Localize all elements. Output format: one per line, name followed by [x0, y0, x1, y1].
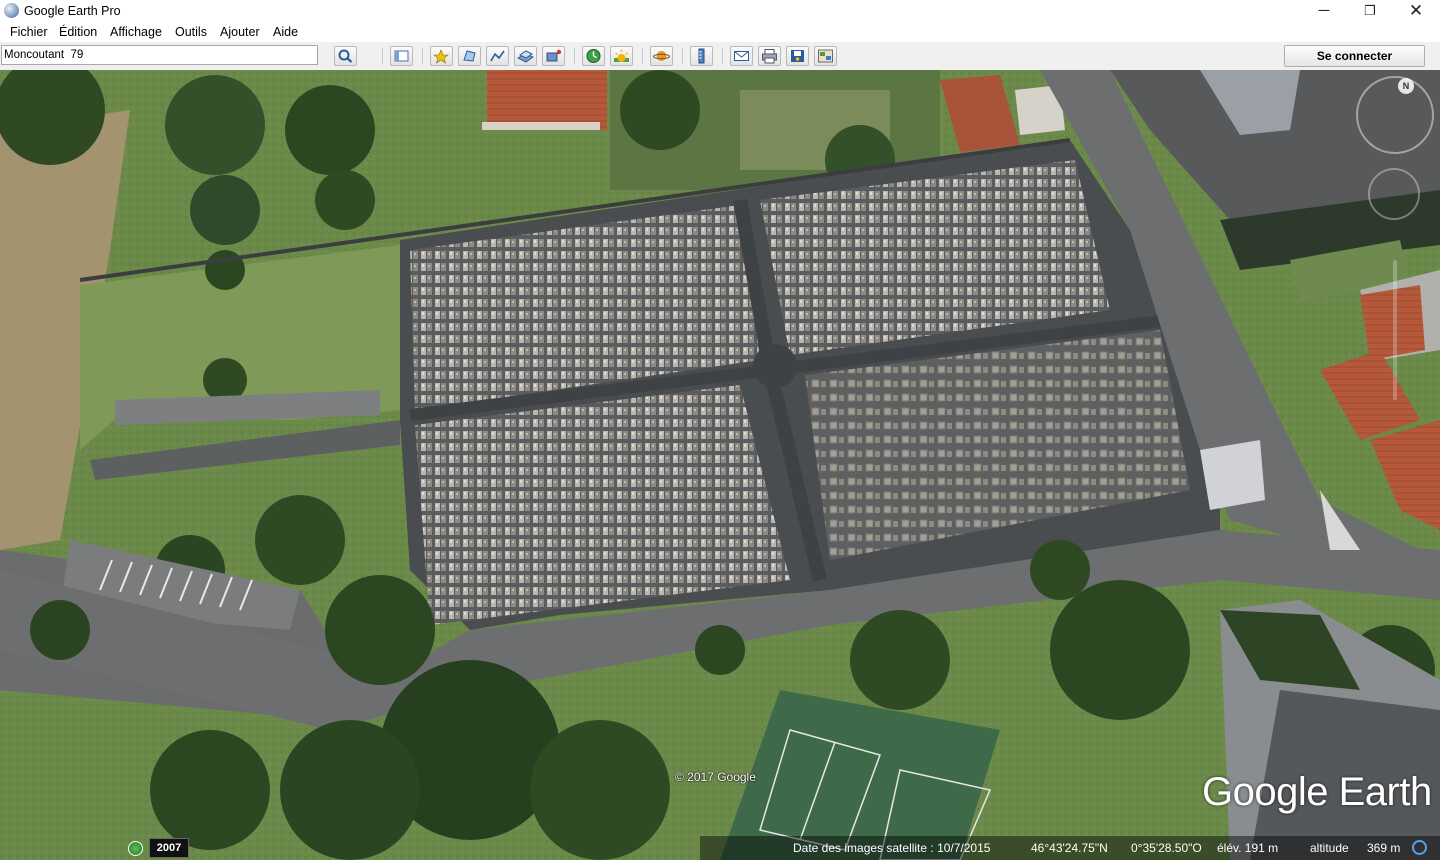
print-button[interactable] — [758, 46, 781, 66]
view-in-maps-button[interactable] — [814, 46, 837, 66]
toolbar-separator — [382, 48, 383, 64]
ruler-icon — [698, 48, 705, 64]
sunlight-icon — [614, 49, 629, 62]
search-icon — [338, 49, 353, 63]
streaming-status-icon — [1412, 840, 1427, 855]
print-icon — [762, 49, 777, 64]
image-overlay-icon — [517, 50, 534, 63]
save-image-button[interactable] — [786, 46, 809, 66]
close-button[interactable]: ✕ — [1393, 0, 1439, 22]
title-bar: Google Earth Pro ─ ❐ ✕ — [0, 0, 1440, 22]
menu-fichier[interactable]: Fichier — [10, 25, 48, 39]
historical-year-badge[interactable]: 2007 — [149, 838, 189, 858]
historical-imagery-icon — [586, 49, 601, 63]
historical-imagery-clock-icon[interactable] — [128, 841, 143, 856]
polygon-icon — [463, 50, 476, 62]
navigation-compass[interactable] — [1356, 76, 1434, 154]
search-input[interactable] — [1, 45, 318, 65]
menu-bar: Fichier Édition Affichage Outils Ajouter… — [0, 22, 1440, 42]
view-in-maps-icon — [818, 49, 833, 63]
longitude-readout: 0°35'28.50"O — [1131, 841, 1202, 855]
minimize-button[interactable]: ─ — [1301, 0, 1347, 22]
menu-aide[interactable]: Aide — [273, 25, 298, 39]
menu-outils[interactable]: Outils — [175, 25, 207, 39]
planets-button[interactable] — [650, 46, 673, 66]
save-image-icon — [791, 50, 804, 62]
sunlight-button[interactable] — [610, 46, 633, 66]
copyright-text: © 2017 Google — [675, 770, 756, 784]
planets-icon — [653, 51, 670, 61]
menu-edition[interactable]: Édition — [59, 25, 97, 39]
path-icon — [490, 50, 505, 62]
latitude-readout: 46°43'24.75"N — [1031, 841, 1108, 855]
placemark-icon — [433, 49, 449, 64]
sign-in-button[interactable]: Se connecter — [1284, 45, 1425, 67]
look-joystick[interactable] — [1368, 168, 1420, 220]
satellite-imagery — [0, 70, 1440, 860]
google-earth-icon — [4, 3, 19, 18]
altitude-value: 369 m — [1367, 841, 1401, 855]
zoom-slider[interactable] — [1393, 260, 1397, 400]
sidebar-toggle-button[interactable] — [390, 46, 413, 66]
menu-affichage[interactable]: Affichage — [110, 25, 162, 39]
google-earth-logo: Google Earth — [1202, 770, 1432, 814]
add-path-button[interactable] — [486, 46, 509, 66]
email-icon — [734, 51, 749, 61]
map-view[interactable]: N © 2017 Google Google Earth 2007 Date d… — [0, 70, 1440, 860]
status-bar: 2007 Date des images satellite : 10/7/20… — [0, 836, 1440, 860]
maximize-button[interactable]: ❐ — [1347, 0, 1393, 22]
toolbar-separator — [722, 48, 723, 64]
toolbar-separator — [574, 48, 575, 64]
add-polygon-button[interactable] — [458, 46, 481, 66]
elevation-readout: élév. 191 m — [1217, 841, 1279, 855]
ruler-button[interactable] — [690, 46, 713, 66]
altitude-label: altitude — [1310, 841, 1349, 855]
window-title: Google Earth Pro — [24, 4, 121, 18]
sidebar-icon — [394, 50, 409, 62]
north-indicator[interactable]: N — [1398, 78, 1414, 94]
toolbar-separator — [642, 48, 643, 64]
toolbar: Se connecter — [0, 42, 1440, 71]
imagery-date: Date des images satellite : 10/7/2015 — [793, 841, 991, 855]
record-tour-button[interactable] — [542, 46, 565, 66]
email-button[interactable] — [730, 46, 753, 66]
toolbar-separator — [422, 48, 423, 64]
menu-ajouter[interactable]: Ajouter — [220, 25, 260, 39]
historical-imagery-button[interactable] — [582, 46, 605, 66]
record-tour-icon — [546, 49, 562, 62]
search-button[interactable] — [334, 46, 357, 66]
toolbar-separator — [682, 48, 683, 64]
add-placemark-button[interactable] — [430, 46, 453, 66]
add-image-overlay-button[interactable] — [514, 46, 537, 66]
